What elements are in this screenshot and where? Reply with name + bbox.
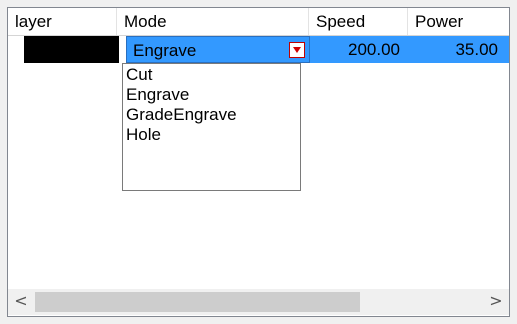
chevron-down-icon[interactable] xyxy=(289,42,305,58)
power-value[interactable]: 35.00 xyxy=(408,36,498,63)
dropdown-option-cut[interactable]: Cut xyxy=(123,65,300,85)
layer-color-swatch[interactable] xyxy=(24,36,119,63)
scroll-right-icon[interactable]: > xyxy=(483,289,509,315)
column-header-power[interactable]: Power xyxy=(408,8,509,35)
scroll-left-icon[interactable]: < xyxy=(8,289,34,315)
column-header-mode[interactable]: Mode xyxy=(117,8,309,35)
dropdown-option-hole[interactable]: Hole xyxy=(123,125,300,145)
scrollbar-thumb[interactable] xyxy=(35,292,360,312)
horizontal-scrollbar[interactable]: < > xyxy=(8,289,509,315)
mode-dropdown-list: Cut Engrave GradeEngrave Hole xyxy=(122,63,301,191)
dropdown-option-engrave[interactable]: Engrave xyxy=(123,85,300,105)
table-row[interactable]: Engrave 200.00 35.00 xyxy=(8,36,509,64)
column-header-layer[interactable]: layer xyxy=(8,8,117,35)
mode-combobox[interactable]: Engrave xyxy=(126,36,310,63)
dropdown-option-gradeengrave[interactable]: GradeEngrave xyxy=(123,105,300,125)
mode-value: Engrave xyxy=(133,41,197,60)
grid-header: layer Mode Speed Power xyxy=(8,8,509,36)
speed-value[interactable]: 200.00 xyxy=(317,36,400,63)
column-header-speed[interactable]: Speed xyxy=(309,8,408,35)
